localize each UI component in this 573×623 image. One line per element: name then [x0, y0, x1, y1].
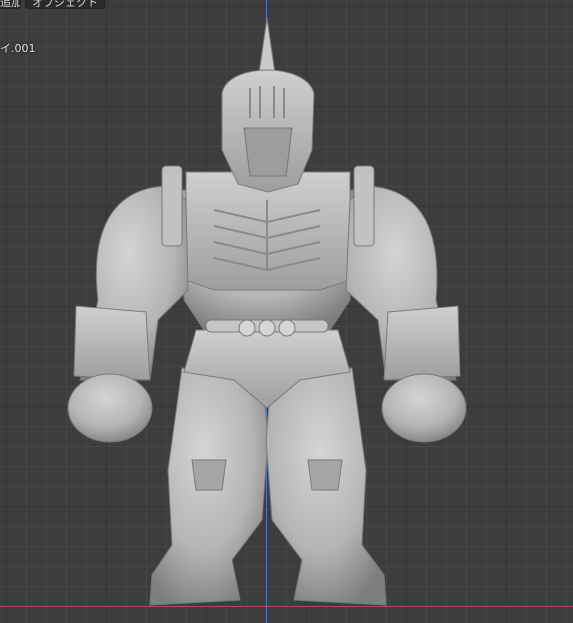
object-menu-button[interactable]: オブジェクト — [25, 0, 105, 9]
active-object-label: イ.001 — [0, 42, 36, 55]
add-menu-button[interactable]: 追加 — [0, 0, 21, 9]
viewport-header-menu: 追加 オブジェクト — [0, 0, 105, 10]
3d-viewport[interactable]: 追加 オブジェクト イ.001 — [0, 0, 573, 623]
sculpted-character-model[interactable] — [0, 0, 573, 623]
